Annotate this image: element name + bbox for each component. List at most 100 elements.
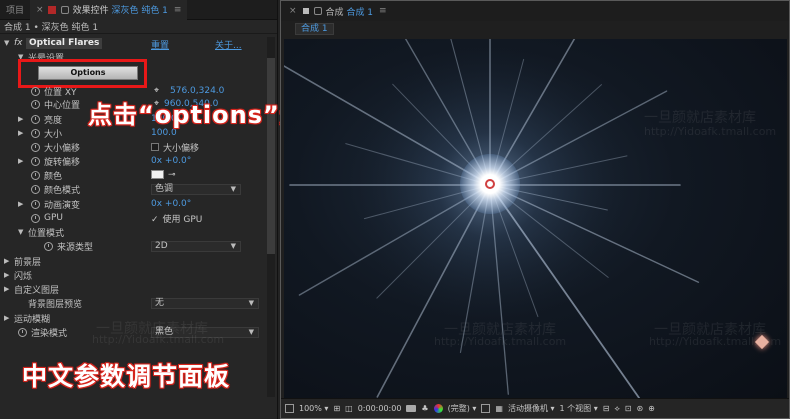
transparency-grid-icon[interactable]: ▦	[495, 404, 503, 413]
stopwatch-icon[interactable]	[31, 128, 40, 138]
show-snapshot-icon[interactable]: ♣	[421, 404, 428, 413]
region-of-interest-icon[interactable]	[481, 404, 491, 413]
close-icon[interactable]: ×	[289, 6, 297, 16]
lock-icon[interactable]	[60, 5, 69, 14]
size-offset-checkbox[interactable]: 大小偏移	[151, 141, 199, 154]
chevron-down-icon: ▼	[248, 328, 254, 336]
use-gpu-checkbox[interactable]: ✓ 使用 GPU	[151, 212, 202, 225]
twirl-right-icon[interactable]: ▶	[18, 115, 26, 123]
stopwatch-icon[interactable]	[31, 170, 40, 180]
prop-rotation-offset[interactable]: ▶ 旋转偏移 0x +0.0°	[0, 155, 265, 168]
view-layout-dropdown[interactable]: 1 个视图 ▾	[560, 403, 598, 414]
prop-position-mode[interactable]: ▼ 位置模式	[0, 226, 265, 239]
scrollbar-thumb[interactable]	[267, 58, 275, 254]
twirl-right-icon[interactable]: ▶	[4, 257, 12, 265]
options-button[interactable]: Options	[38, 66, 138, 80]
prop-label: 大小偏移	[44, 143, 81, 154]
stopwatch-icon[interactable]	[31, 199, 40, 209]
right-tab-bar: × 合成 合成 1 ≡	[281, 1, 789, 21]
pixel-aspect-icon[interactable]: ⊟	[603, 404, 610, 413]
lock-icon[interactable]	[313, 7, 322, 15]
comp-breadcrumb-tab[interactable]: 合成 1	[295, 23, 334, 35]
background-preview-dropdown[interactable]: 无 ▼	[151, 298, 259, 309]
panel-menu-icon[interactable]: ≡	[174, 5, 182, 15]
prop-animation-evolution[interactable]: ▶ 动画演变 0x +0.0°	[0, 198, 265, 211]
prop-color[interactable]: 颜色 ⊸	[0, 169, 265, 182]
prop-value[interactable]: 0x +0.0°	[151, 156, 191, 166]
prop-background-preview[interactable]: 背景图层预览 无 ▼	[0, 297, 265, 310]
flowchart-icon[interactable]: ⊛	[636, 404, 643, 413]
prop-value[interactable]: 0x +0.0°	[151, 199, 191, 209]
layer-color-icon	[47, 5, 56, 14]
snapshot-icon[interactable]	[406, 405, 417, 412]
prop-source-type[interactable]: 来源类型 2D ▼	[0, 240, 265, 253]
twirl-down-icon[interactable]: ▼	[4, 39, 12, 47]
stopwatch-icon[interactable]	[31, 86, 40, 96]
viewer-toolbar: 100% ▾ ⊞ ◫ 0:00:00:00 ♣ (完整) ▾ ▦ 活动摄像机 ▾…	[281, 398, 789, 418]
prop-color-mode[interactable]: 颜色模式 色调 ▼	[0, 183, 265, 196]
color-mode-dropdown[interactable]: 色调 ▼	[151, 184, 241, 195]
prop-label: 前景层	[14, 257, 42, 268]
tab-composition-label[interactable]: 合成	[326, 5, 344, 18]
composition-viewer[interactable]: 一旦颜就店素材库 http://Yidoafk.tmall.com 一旦颜就店素…	[284, 39, 787, 398]
prop-gpu[interactable]: GPU ✓ 使用 GPU	[0, 212, 265, 225]
stopwatch-icon[interactable]	[31, 213, 40, 223]
prop-size-offset[interactable]: 大小偏移 大小偏移	[0, 141, 265, 154]
checkmark-icon[interactable]: ✓	[151, 215, 159, 225]
prop-custom-layer[interactable]: ▶ 自定义图层	[0, 283, 265, 296]
composition-panel: × 合成 合成 1 ≡ 合成 1 一旦颜就店素材库 http://Yidoafk…	[280, 0, 790, 419]
camera-view-dropdown[interactable]: 活动摄像机 ▾	[508, 403, 555, 414]
reset-link[interactable]: 重置	[151, 38, 169, 51]
timecode-display[interactable]: 0:00:00:00	[358, 404, 402, 413]
resolution-dropdown[interactable]: (完整) ▾	[448, 403, 477, 414]
magnification-dropdown[interactable]: 100% ▾	[299, 404, 328, 413]
close-icon[interactable]: ×	[36, 5, 44, 15]
color-swatch[interactable]	[151, 170, 164, 179]
grid-icon[interactable]: ⊞	[333, 404, 340, 413]
eyedropper-icon[interactable]: ⊸	[168, 170, 176, 180]
source-type-dropdown[interactable]: 2D ▼	[151, 241, 241, 252]
prop-label: 颜色	[44, 171, 63, 182]
stopwatch-icon[interactable]	[44, 241, 53, 251]
timeline-icon[interactable]: ⊡	[625, 404, 632, 413]
prop-label: 闪烁	[14, 271, 33, 282]
chevron-down-icon: ▼	[230, 185, 236, 193]
panel-menu-icon[interactable]: ≡	[379, 6, 387, 16]
about-link[interactable]: 关于...	[215, 38, 242, 51]
stopwatch-icon[interactable]	[31, 114, 40, 124]
watermark-url: http://Yidoafk.tmall.com	[434, 335, 567, 348]
color-channel-icon[interactable]	[433, 404, 443, 413]
prop-foreground-layers[interactable]: ▶ 前景层	[0, 255, 265, 268]
twirl-right-icon[interactable]: ▶	[4, 271, 12, 279]
mask-icon[interactable]: ◫	[345, 404, 353, 413]
stopwatch-icon[interactable]	[31, 156, 40, 166]
twirl-right-icon[interactable]: ▶	[18, 129, 26, 137]
stopwatch-icon[interactable]	[31, 99, 40, 109]
prop-label: 中心位置	[44, 100, 81, 111]
annotation-chinese-panel: 中文参数调节面板	[22, 362, 231, 391]
exposure-icon[interactable]: ⊕	[648, 404, 655, 413]
stopwatch-icon[interactable]	[31, 184, 40, 194]
tab-effect-controls[interactable]: × 效果控件 深灰色 纯色 1 ≡	[30, 0, 188, 20]
twirl-right-icon[interactable]: ▶	[4, 314, 12, 322]
flare-position-handle[interactable]	[485, 179, 495, 189]
effect-header-row[interactable]: ▼ fx Optical Flares 重置 关于...	[0, 37, 265, 51]
left-tab-bar: 项目 × 效果控件 深灰色 纯色 1 ≡	[0, 0, 277, 20]
prop-label: 渲染模式	[31, 328, 68, 339]
effect-name: Optical Flares	[26, 38, 103, 49]
fx-icon[interactable]: fx	[14, 38, 23, 48]
tab-composition-name[interactable]: 合成 1	[346, 5, 373, 18]
twirl-right-icon[interactable]: ▶	[18, 200, 26, 208]
stopwatch-icon[interactable]	[31, 142, 40, 152]
twirl-right-icon[interactable]: ▶	[18, 157, 26, 165]
tab-project[interactable]: 项目	[0, 0, 30, 20]
stopwatch-icon[interactable]	[18, 327, 27, 337]
tab-effect-controls-layer: 深灰色 纯色 1	[111, 6, 168, 16]
fast-preview-icon[interactable]: ⟡	[614, 404, 619, 414]
twirl-down-icon[interactable]: ▼	[18, 228, 26, 236]
chevron-down-icon: ▼	[230, 242, 236, 250]
checkbox[interactable]	[151, 142, 159, 151]
prop-flicker[interactable]: ▶ 闪烁	[0, 269, 265, 282]
twirl-right-icon[interactable]: ▶	[4, 285, 12, 293]
always-preview-icon[interactable]	[285, 404, 294, 413]
